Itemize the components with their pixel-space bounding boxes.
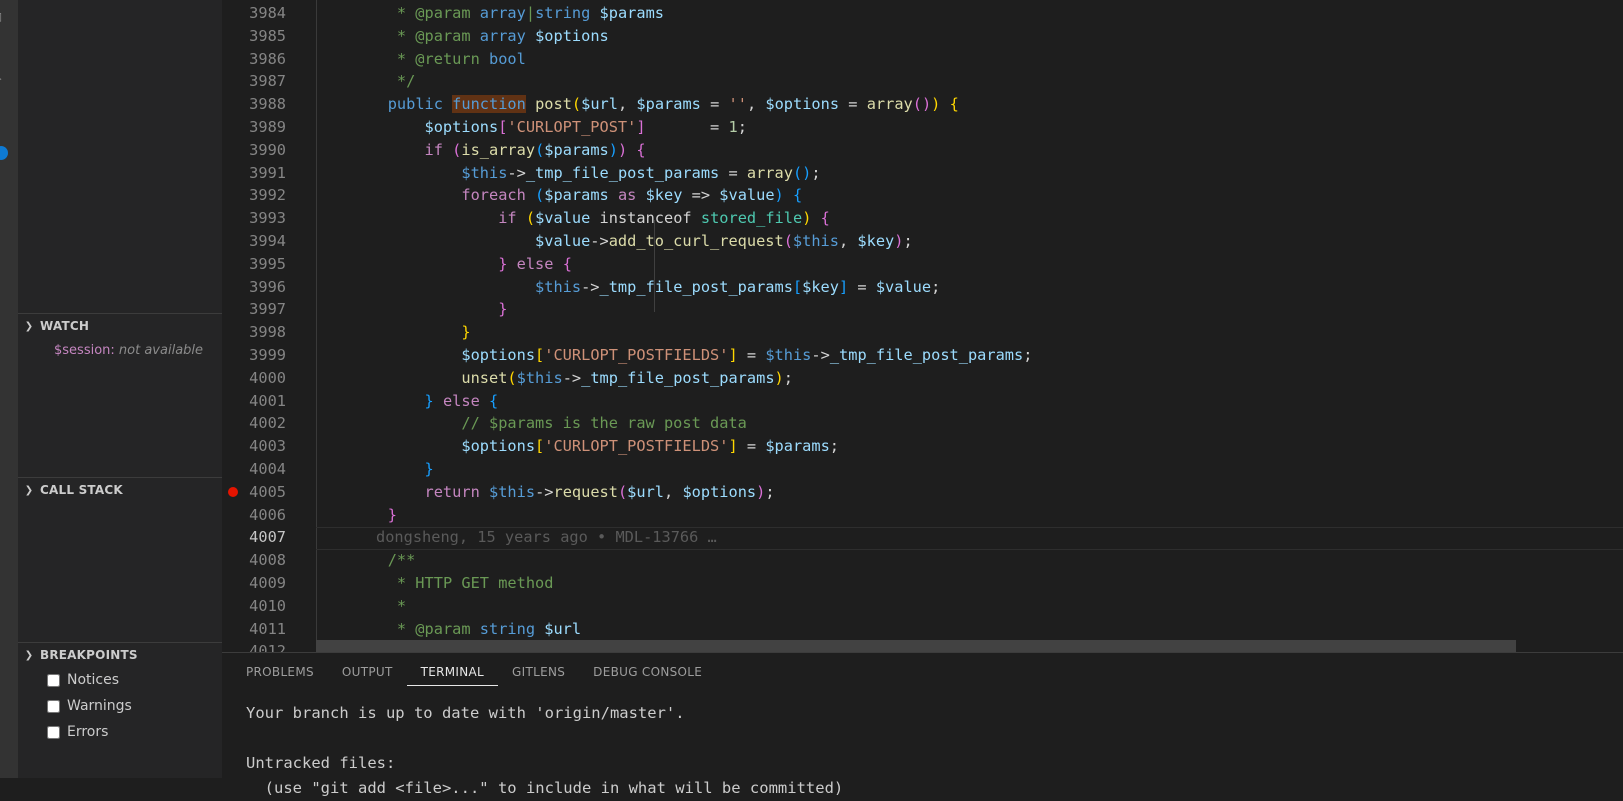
breakpoints-section: ❯ BREAKPOINTS Notices Warnings Errors [18, 642, 222, 745]
code-line[interactable]: 4008 /** [222, 549, 1623, 572]
breakpoint-warnings[interactable]: Warnings [18, 693, 222, 719]
code-line[interactable]: 4010 * [222, 595, 1623, 618]
horizontal-scrollbar[interactable] [316, 640, 1516, 652]
tab-debug-console[interactable]: DEBUG CONSOLE [579, 665, 716, 686]
watch-item[interactable]: $session: not available [18, 338, 222, 358]
debug-sidebar: ❯ WATCH $session: not available ❯ CALL S… [18, 0, 222, 778]
code-line[interactable]: 3996 $this->_tmp_file_post_params[$key] … [222, 276, 1623, 299]
extensions-icon[interactable]: ) [0, 185, 6, 196]
call-stack-header[interactable]: ❯ CALL STACK [18, 477, 222, 502]
breakpoints-header[interactable]: ❯ BREAKPOINTS [18, 642, 222, 667]
panel-tabs: PROBLEMS OUTPUT TERMINAL GITLENS DEBUG C… [246, 665, 716, 686]
code-line[interactable]: 3994 $value->add_to_curl_request($this, … [222, 230, 1623, 253]
code-line[interactable]: 3993 if ($value instanceof stored_file) … [222, 207, 1623, 230]
code-line[interactable]: 3984 * @param array|string $params [222, 2, 1623, 25]
code-line[interactable]: 3989 $options['CURLOPT_POST'] = 1; [222, 116, 1623, 139]
breakpoint-notices-checkbox[interactable] [47, 673, 60, 687]
breakpoint-warnings-checkbox[interactable] [47, 699, 60, 713]
code-line[interactable]: 3986 * @return bool [222, 48, 1623, 71]
code-line[interactable]: 4009 * HTTP GET method [222, 572, 1623, 595]
code-line[interactable]: 3988 public function post($url, $params … [222, 93, 1623, 116]
code-line[interactable]: 3997 } [222, 298, 1623, 321]
code-line[interactable]: 3992 foreach ($params as $key => $value)… [222, 184, 1623, 207]
code-line[interactable]: 3987 */ [222, 70, 1623, 93]
activity-bar: ▯ ▸ ) [0, 0, 18, 778]
terminal-line: (use "git add <file>..." to include in w… [246, 779, 844, 797]
chevron-down-icon: ❯ [24, 484, 34, 496]
breakpoint-errors-checkbox[interactable] [47, 725, 60, 739]
run-debug-icon[interactable] [0, 146, 8, 160]
breakpoint-errors[interactable]: Errors [18, 719, 222, 745]
code-line[interactable]: 4001 } else { [222, 390, 1623, 413]
code-line[interactable]: 4002 // $params is the raw post data [222, 412, 1623, 435]
code-line[interactable]: 4003 $options['CURLOPT_POSTFIELDS'] = $p… [222, 435, 1623, 458]
code-line[interactable]: 3991 $this->_tmp_file_post_params = arra… [222, 162, 1623, 185]
breakpoint-notices[interactable]: Notices [18, 667, 222, 693]
tab-terminal[interactable]: TERMINAL [406, 665, 499, 686]
code-line[interactable]: 4000 unset($this->_tmp_file_post_params)… [222, 367, 1623, 390]
code-line-current[interactable]: 4007 dongsheng, 15 years ago • MDL-13766 … [222, 526, 1623, 549]
source-control-icon[interactable]: ▸ [0, 73, 6, 84]
code-line[interactable]: 4011 * @param string $url [222, 618, 1623, 641]
indent-guide [654, 220, 655, 312]
code-line[interactable]: 3999 $options['CURLOPT_POSTFIELDS'] = $t… [222, 344, 1623, 367]
terminal-line: Untracked files: [246, 754, 396, 772]
watch-header[interactable]: ❯ WATCH [18, 313, 222, 338]
tab-gitlens[interactable]: GITLENS [498, 665, 579, 686]
code-line[interactable]: 4006 } [222, 504, 1623, 527]
code-line[interactable]: 4004 } [222, 458, 1623, 481]
tab-output[interactable]: OUTPUT [328, 665, 407, 686]
watch-section: ❯ WATCH $session: not available [18, 313, 222, 358]
code-line[interactable]: 3998 } [222, 321, 1623, 344]
files-icon[interactable]: ▯ [0, 11, 6, 22]
code-editor[interactable]: 3984 * @param array|string $params 3985 … [222, 0, 1623, 652]
code-line[interactable]: 3995 } else { [222, 253, 1623, 276]
terminal-line: Your branch is up to date with 'origin/m… [246, 704, 685, 722]
call-stack-section: ❯ CALL STACK [18, 477, 222, 502]
bottom-panel: PROBLEMS OUTPUT TERMINAL GITLENS DEBUG C… [222, 652, 1623, 797]
chevron-down-icon: ❯ [24, 320, 34, 332]
tab-problems[interactable]: PROBLEMS [246, 665, 328, 686]
code-line[interactable]: 3990 if (is_array($params)) { [222, 139, 1623, 162]
code-line-breakpoint[interactable]: 4005 return $this->request($url, $option… [222, 481, 1623, 504]
terminal-output[interactable]: Your branch is up to date with 'origin/m… [246, 701, 843, 801]
code-line[interactable]: 3985 * @param array $options [222, 25, 1623, 48]
gitlens-blame: dongsheng, 15 years ago • MDL-13766 … [376, 528, 717, 547]
chevron-down-icon: ❯ [24, 649, 34, 661]
